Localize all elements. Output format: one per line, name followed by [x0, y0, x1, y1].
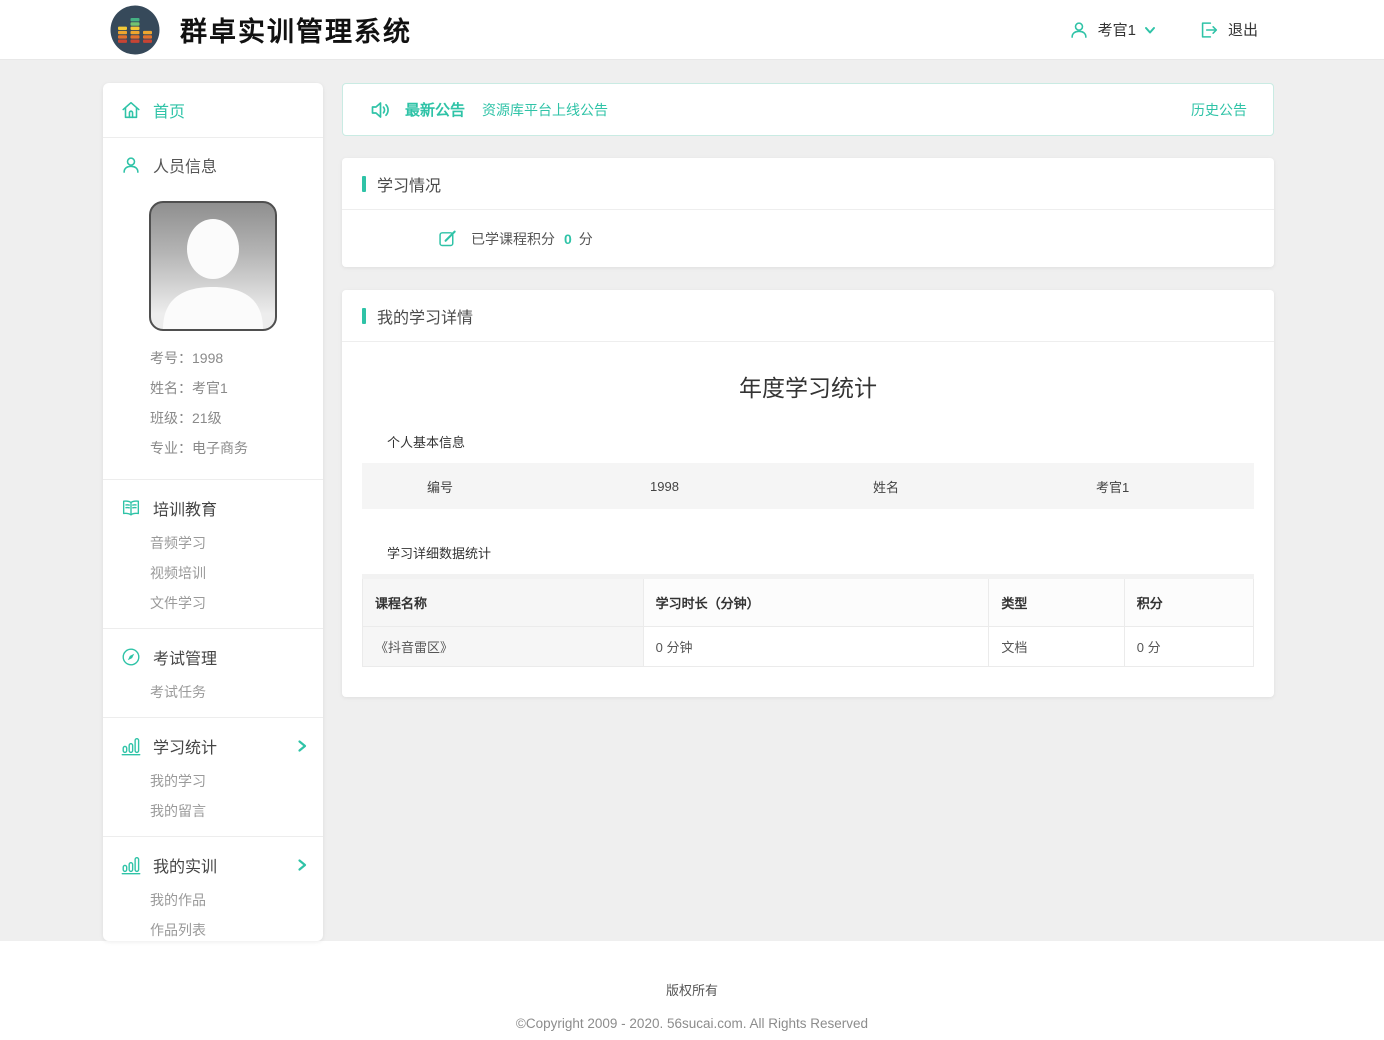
col-header-type: 类型 — [989, 577, 1124, 627]
title-accent-bar — [362, 308, 366, 324]
compass-icon — [120, 646, 142, 668]
basic-id-label: 编号 — [362, 477, 585, 496]
credit-value: 0 — [564, 231, 572, 247]
table-header-row: 课程名称 学习时长（分钟） 类型 积分 — [363, 577, 1254, 627]
basic-name-label: 姓名 — [808, 477, 1031, 496]
study-detail-title: 我的学习详情 — [342, 290, 1274, 342]
sidebar: 首页 人员信息 考号：1998 姓名：考官1 班级：21级 专业：电子商务 — [103, 83, 323, 941]
sidebar-item-study-stats[interactable]: 学习统计 — [103, 722, 323, 766]
app-title: 群卓实训管理系统 — [180, 10, 412, 49]
sidebar-item-video-training[interactable]: 视频培训 — [150, 558, 323, 588]
sidebar-item-file-study[interactable]: 文件学习 — [150, 588, 323, 618]
sidebar-item-exam-tasks[interactable]: 考试任务 — [150, 677, 323, 707]
sidebar-item-label: 培训教育 — [153, 496, 217, 520]
sidebar-item-training[interactable]: 培训教育 — [103, 484, 323, 528]
book-icon — [120, 497, 142, 519]
chevron-right-icon — [295, 739, 309, 753]
study-detail-card: 我的学习详情 年度学习统计 个人基本信息 编号 1998 姓名 考官1 学习详细… — [342, 290, 1274, 697]
sidebar-item-home[interactable]: 首页 — [103, 83, 323, 138]
main-content: 最新公告 资源库平台上线公告 历史公告 学习情况 已学课程积分 0 分 — [342, 83, 1274, 720]
cell-score: 0 分 — [1124, 627, 1253, 667]
col-header-duration: 学习时长（分钟） — [643, 577, 989, 627]
study-status-body: 已学课程积分 0 分 — [342, 210, 1274, 267]
user-icon — [1068, 19, 1090, 41]
sidebar-group-my-practice: 我的实训 我的作品 作品列表 — [103, 837, 323, 941]
profile-major: 专业：电子商务 — [150, 433, 323, 463]
cell-course: 《抖音雷区》 — [363, 627, 644, 667]
logout-icon — [1198, 19, 1220, 41]
table-row: 《抖音雷区》 0 分钟 文档 0 分 — [363, 627, 1254, 667]
chevron-right-icon — [295, 858, 309, 872]
user-name: 考官1 — [1098, 19, 1136, 40]
profile-name: 姓名：考官1 — [150, 373, 323, 403]
profile-info: 考号：1998 姓名：考官1 班级：21级 专业：电子商务 — [103, 341, 323, 480]
study-stats-table: 课程名称 学习时长（分钟） 类型 积分 《抖音雷区》 0 分钟 文档 0 分 — [362, 574, 1254, 667]
announcement-message-link[interactable]: 资源库平台上线公告 — [482, 100, 608, 120]
home-icon — [120, 99, 142, 121]
page-body: 首页 人员信息 考号：1998 姓名：考官1 班级：21级 专业：电子商务 — [0, 60, 1384, 941]
sidebar-group-training: 培训教育 音频学习 视频培训 文件学习 — [103, 480, 323, 629]
sidebar-item-label: 我的实训 — [153, 853, 217, 877]
sidebar-item-audio-study[interactable]: 音频学习 — [150, 528, 323, 558]
app-footer: 版权所有 ©Copyright 2009 - 2020. 56sucai.com… — [0, 941, 1384, 1040]
basic-name-value: 考官1 — [1031, 477, 1254, 496]
speaker-icon — [369, 98, 393, 122]
copyright-title: 版权所有 — [0, 980, 1384, 999]
announcement-bar: 最新公告 资源库平台上线公告 历史公告 — [342, 83, 1274, 136]
card-title-text: 我的学习详情 — [377, 304, 473, 328]
sidebar-item-exam[interactable]: 考试管理 — [103, 633, 323, 677]
annual-stats-heading: 年度学习统计 — [362, 342, 1254, 432]
avatar — [149, 201, 277, 331]
card-title-text: 学习情况 — [377, 172, 441, 196]
sidebar-group-exam: 考试管理 考试任务 — [103, 629, 323, 718]
credit-unit: 分 — [579, 229, 593, 249]
stats-detail-label: 学习详细数据统计 — [387, 543, 1254, 562]
user-menu[interactable]: 考官1 — [1068, 19, 1156, 41]
title-accent-bar — [362, 176, 366, 192]
app-header: 群卓实训管理系统 考官1 — [0, 0, 1384, 60]
announcement-history-link[interactable]: 历史公告 — [1191, 100, 1247, 120]
credit-label: 已学课程积分 — [471, 229, 555, 249]
sidebar-group-study-stats: 学习统计 我的学习 我的留言 — [103, 718, 323, 837]
sidebar-item-label: 首页 — [153, 98, 185, 122]
bar-chart-icon — [120, 735, 142, 757]
study-status-title: 学习情况 — [342, 158, 1274, 210]
col-header-score: 积分 — [1124, 577, 1253, 627]
cell-type: 文档 — [989, 627, 1124, 667]
sidebar-item-my-study[interactable]: 我的学习 — [150, 766, 323, 796]
announcement-latest-label: 最新公告 — [405, 99, 465, 120]
sidebar-item-label: 考试管理 — [153, 645, 217, 669]
chevron-down-icon — [1144, 24, 1156, 36]
cell-duration: 0 分钟 — [643, 627, 989, 667]
basic-info-label: 个人基本信息 — [387, 432, 1254, 451]
sidebar-item-profile[interactable]: 人员信息 — [103, 138, 323, 181]
copyright-text: ©Copyright 2009 - 2020. 56sucai.com. All… — [0, 1016, 1384, 1031]
sidebar-item-my-messages[interactable]: 我的留言 — [150, 796, 323, 826]
basic-id-value: 1998 — [585, 479, 808, 494]
app-logo-icon — [110, 5, 160, 55]
sidebar-item-works-list[interactable]: 作品列表 — [150, 915, 323, 941]
logout-label: 退出 — [1228, 19, 1258, 40]
profile-class: 班级：21级 — [150, 403, 323, 433]
person-icon — [120, 154, 142, 176]
col-header-course: 课程名称 — [363, 577, 644, 627]
bar-chart-icon — [120, 854, 142, 876]
study-status-card: 学习情况 已学课程积分 0 分 — [342, 158, 1274, 267]
sidebar-item-my-works[interactable]: 我的作品 — [150, 885, 323, 915]
profile-exam-no: 考号：1998 — [150, 343, 323, 373]
basic-info-row: 编号 1998 姓名 考官1 — [362, 463, 1254, 509]
sidebar-item-my-practice[interactable]: 我的实训 — [103, 841, 323, 885]
sidebar-item-label: 人员信息 — [153, 153, 217, 177]
sidebar-item-label: 学习统计 — [153, 734, 217, 758]
logout-button[interactable]: 退出 — [1198, 19, 1258, 41]
edit-icon — [437, 228, 458, 249]
